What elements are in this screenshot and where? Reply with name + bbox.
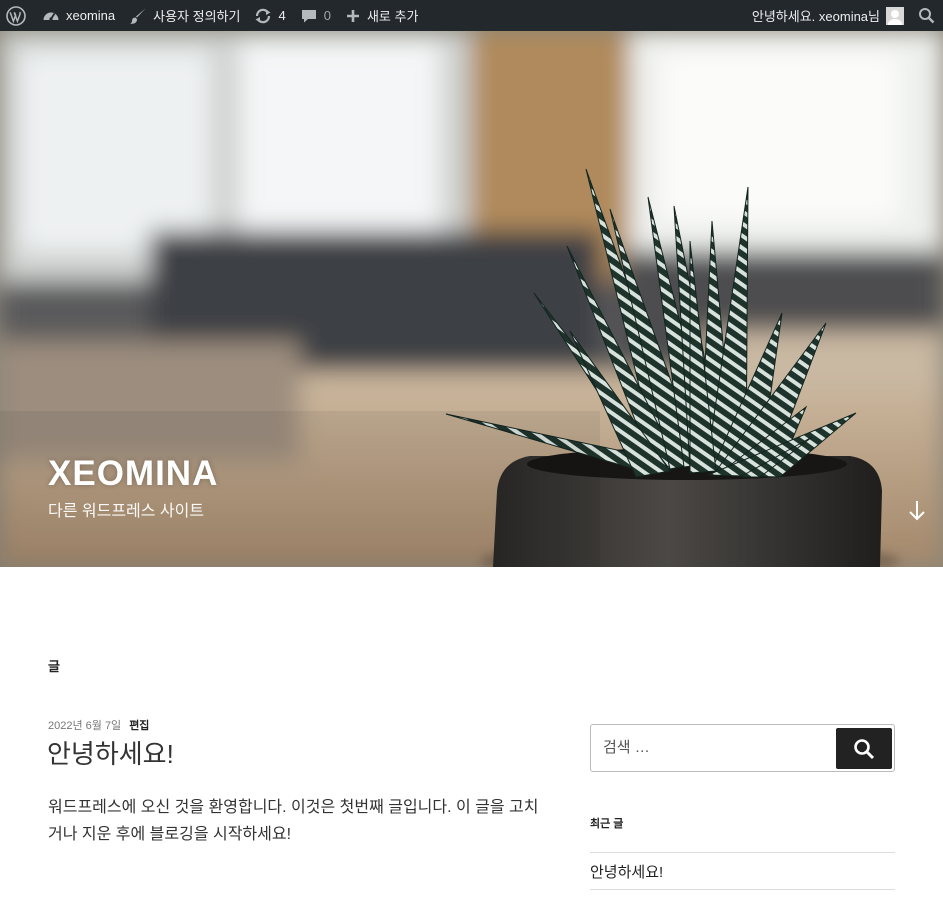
- post-meta: 2022년 6월 7일 편집: [48, 717, 149, 733]
- scroll-down-arrow-icon[interactable]: [906, 498, 928, 527]
- new-content-label: 새로 추가: [366, 9, 419, 24]
- greeting-label: 안녕하세요. xeomina님: [751, 9, 880, 24]
- updates-icon: [255, 8, 271, 23]
- customize-label: 사용자 정의하기: [153, 9, 241, 24]
- search-input[interactable]: 검색 …: [603, 725, 650, 771]
- updates-menu[interactable]: 4: [247, 0, 292, 31]
- site-tagline: 다른 워드프레스 사이트: [48, 503, 205, 520]
- paintbrush-icon: [130, 8, 146, 24]
- updates-count: 4: [278, 8, 286, 23]
- new-content-menu[interactable]: 새로 추가: [338, 0, 425, 31]
- post-date[interactable]: 2022년 6월 7일: [48, 720, 121, 732]
- custom-header: XEOMINA 다른 워드프레스 사이트: [0, 31, 943, 567]
- plus-icon: [346, 9, 359, 22]
- site-name-label: xeomina: [66, 8, 116, 23]
- comments-count: 0: [323, 8, 331, 23]
- divider: [590, 889, 895, 890]
- avatar: [886, 6, 904, 25]
- admin-bar: xeomina 사용자 정의하기 4 0 새로 추가 안녕하세요. xeomin…: [0, 0, 943, 31]
- recent-posts-title: 최근 글: [590, 818, 624, 830]
- post-excerpt: 워드프레스에 오신 것을 환영합니다. 이것은 첫번째 글입니다. 이 글을 고…: [48, 799, 539, 843]
- search-button[interactable]: [836, 728, 892, 769]
- page-title: 글: [48, 659, 60, 674]
- post-title[interactable]: 안녕하세요!: [47, 736, 174, 772]
- recent-post-link[interactable]: 안녕하세요!: [590, 861, 663, 882]
- site-name-menu[interactable]: xeomina: [35, 0, 122, 31]
- site-branding: XEOMINA 다른 워드프레스 사이트: [48, 453, 218, 521]
- customize-menu[interactable]: 사용자 정의하기: [122, 0, 247, 31]
- comment-icon: [301, 9, 316, 22]
- my-account-menu[interactable]: 안녕하세요. xeomina님: [745, 0, 909, 31]
- search-icon: [854, 738, 875, 759]
- wordpress-logo-icon[interactable]: [0, 0, 35, 31]
- admin-search-button[interactable]: [909, 0, 943, 31]
- divider: [590, 852, 895, 853]
- dashboard-icon: [43, 12, 59, 21]
- comments-menu[interactable]: 0: [293, 0, 338, 31]
- search-icon: [919, 8, 935, 24]
- edit-link[interactable]: 편집: [129, 720, 149, 732]
- site-title[interactable]: XEOMINA: [48, 453, 218, 495]
- search-form: 검색 …: [590, 724, 895, 772]
